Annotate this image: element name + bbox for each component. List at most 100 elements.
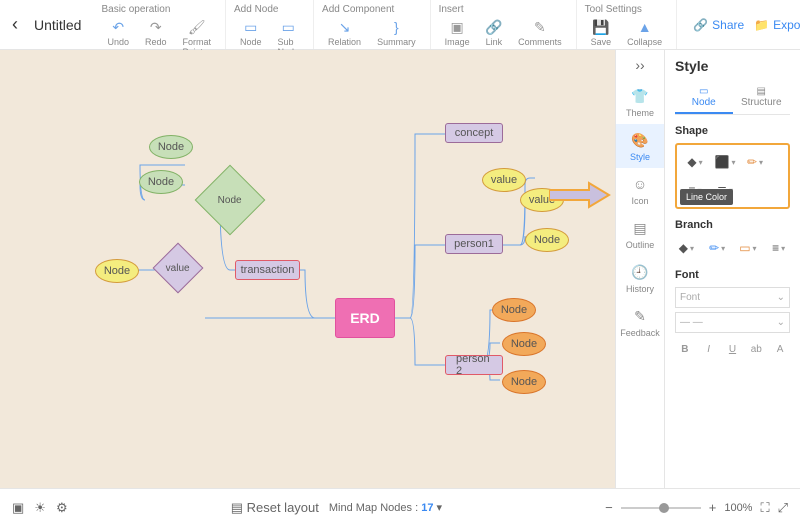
tg-component: Add Component ↘Relation }Summary [314,0,431,49]
export-icon: 📁 [754,18,769,32]
comments-button[interactable]: ✎Comments [512,17,568,49]
brightness-icon[interactable]: ☀ [34,500,46,516]
collapse-button[interactable]: ▲Collapse [621,17,668,49]
tab-node[interactable]: ▭Node [675,82,733,114]
branch-color-button[interactable]: ✏ [706,237,729,259]
bcolor-icon: ✏ [709,241,719,255]
reset-layout-button[interactable]: ▤ Reset layout [231,500,319,516]
image-button[interactable]: ▣Image [439,17,476,49]
share-button[interactable]: 🔗Share [693,18,744,32]
back-icon[interactable]: ‹ [12,14,18,35]
subnode-icon: ▭ [280,19,296,35]
theme-icon: 👕 [630,86,650,106]
panel-title: Style [675,58,790,74]
branch-fill-button[interactable]: ◆ [675,237,698,259]
presentation-icon[interactable]: ▣ [12,500,24,516]
painter-icon: 🖌 [189,19,205,35]
share-icon: 🔗 [693,18,708,32]
chevron-down-icon: ⌄ [777,317,785,328]
branch-width-button[interactable]: ≡ [767,237,790,259]
panel-toggle[interactable]: ›› [616,50,664,80]
tg-insert: Insert ▣Image 🔗Link ✎Comments [431,0,577,49]
node-count-label: Mind Map Nodes : 17 ▾ [329,501,442,514]
node-diamond-1[interactable]: Node [205,175,255,225]
tg-addnode: Add Node ▭Node ▭Sub Node [226,0,314,49]
fontcolor-button[interactable]: A [770,339,790,359]
fontsize-select[interactable]: — — ⌄ [675,312,790,333]
connections [0,50,615,488]
outline-icon: ▤ [630,218,650,238]
rail-feedback[interactable]: ✎Feedback [616,300,664,344]
node-left-ell[interactable]: Node [95,259,139,283]
fit-icon[interactable]: ⛶ [760,500,769,516]
icon-icon: ☺ [630,174,650,194]
rail-theme[interactable]: 👕Theme [616,80,664,124]
feedback-icon: ✎ [630,306,650,326]
summary-button[interactable]: }Summary [371,17,422,49]
fill-icon: ◆ [687,155,696,169]
shape-fill-button[interactable]: ◆ [683,151,707,173]
zoom-out-button[interactable]: − [605,500,613,515]
bfill-icon: ◆ [679,241,688,255]
node-diamond-2[interactable]: value [160,250,196,286]
save-button[interactable]: 💾Save [585,17,618,49]
shape-icon: ⬛ [715,155,730,169]
node-left-top2[interactable]: Node [139,170,183,194]
node-person1[interactable]: person1 [445,234,503,254]
node-icon: ▭ [243,19,259,35]
undo-icon: ↶ [110,19,126,35]
node-left-top1[interactable]: Node [149,135,193,159]
node-p2-3[interactable]: Node [502,370,546,394]
callout-arrow-icon [549,180,619,215]
summary-icon: } [388,19,404,35]
tab-structure[interactable]: ▤Structure [733,82,791,114]
branch-label: Branch [675,219,790,231]
chevron-down-icon: ⌄ [777,292,785,303]
font-select[interactable]: Font ⌄ [675,287,790,308]
link-button[interactable]: 🔗Link [480,17,509,49]
shape-label: Shape [675,125,790,137]
page-title[interactable]: Untitled [34,17,81,33]
underline-button[interactable]: U [723,339,743,359]
comments-icon: ✎ [532,19,548,35]
node-p1-node[interactable]: Node [525,228,569,252]
style-icon: 🎨 [630,130,650,150]
rail-history[interactable]: 🕘History [616,256,664,300]
bold-button[interactable]: B [675,339,695,359]
zoom-slider[interactable] [621,507,701,509]
node-erd[interactable]: ERD [335,298,395,338]
redo-icon: ↷ [148,19,164,35]
italic-button[interactable]: I [699,339,719,359]
bbox-icon: ▭ [739,241,750,255]
chevron-down-icon[interactable]: ▾ [437,502,443,514]
font-label: Font [675,269,790,281]
node-p2-2[interactable]: Node [502,332,546,356]
node-p2-1[interactable]: Node [492,298,536,322]
export-button[interactable]: 📁Export [754,18,800,32]
link-icon: 🔗 [486,19,502,35]
linecolor-icon: ✏ [747,155,757,169]
shape-shape-button[interactable]: ⬛ [713,151,737,173]
gear-icon[interactable]: ⚙ [56,500,68,516]
mindmap-canvas[interactable]: ERD transaction Node value Node Node Nod… [0,50,615,488]
shape-group-highlight: ◆ ⬛ ✏ ≡ ≣ Line Color [675,143,790,209]
strike-button[interactable]: ab [746,339,766,359]
shape-linecolor-button[interactable]: ✏ [743,151,767,173]
branch-box-button[interactable]: ▭ [737,237,760,259]
rail-icon[interactable]: ☺Icon [616,168,664,212]
bwidth-icon: ≡ [772,241,779,255]
zoom-label: 100% [724,502,752,514]
relation-icon: ↘ [337,19,353,35]
zoom-in-button[interactable]: + [709,500,717,515]
node-person2[interactable]: person 2 [445,355,503,375]
relation-button[interactable]: ↘Relation [322,17,367,49]
rail-outline[interactable]: ▤Outline [616,212,664,256]
zoom-handle[interactable] [659,503,669,513]
node-value1[interactable]: value [482,168,526,192]
node-concept[interactable]: concept [445,123,503,143]
node-transaction[interactable]: transaction [235,260,300,280]
image-icon: ▣ [449,19,465,35]
rail-style[interactable]: 🎨Style [616,124,664,168]
fullscreen-icon[interactable]: ⤢ [778,500,788,516]
tooltip-linecolor: Line Color [680,189,733,205]
